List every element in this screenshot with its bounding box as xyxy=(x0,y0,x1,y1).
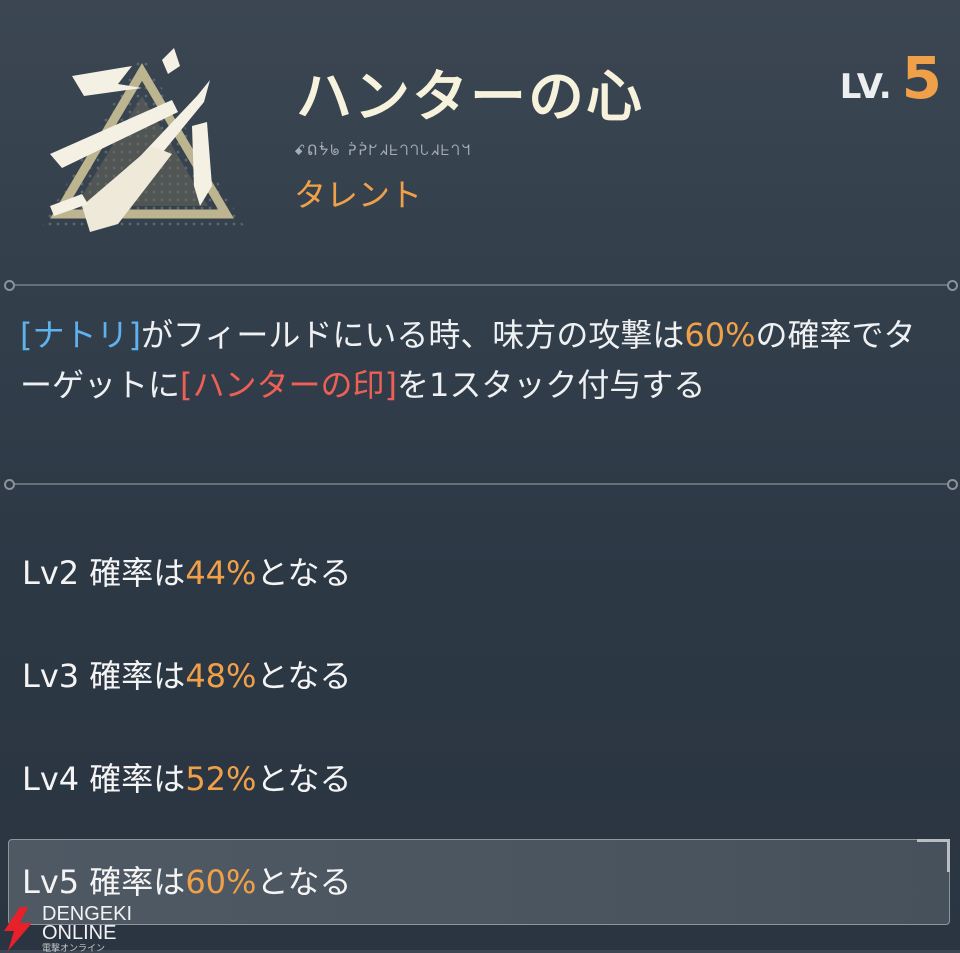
level-row: Lv3 確率は48%となる xyxy=(22,651,351,697)
section-divider-bottom xyxy=(4,479,958,490)
skill-description: [ナトリ]がフィールドにいる時、味方の攻撃は60%の確率でターゲットに[ハンター… xyxy=(20,310,945,410)
level-row-prefix: Lv5 確率は xyxy=(22,863,186,901)
level-row-value: 48% xyxy=(185,657,257,695)
level-row-prefix: Lv2 確率は xyxy=(22,554,186,592)
section-divider-top xyxy=(4,280,958,291)
watermark-line3: 電撃オンライン xyxy=(42,943,106,953)
skill-title: ハンターの心 xyxy=(296,65,644,130)
description-text-3: を1スタック付与する xyxy=(397,366,706,404)
description-rate: 60% xyxy=(684,316,756,354)
level-label: LV. xyxy=(839,67,892,107)
level-row: Lv2 確率は44%となる xyxy=(22,548,351,594)
level-row-suffix: となる xyxy=(256,657,352,695)
level-row-suffix: となる xyxy=(256,863,352,901)
site-watermark: DENGEKI ONLINE 電撃オンライン xyxy=(0,904,132,953)
character-link[interactable]: [ナトリ] xyxy=(20,316,141,354)
skill-category: タレント xyxy=(294,176,423,214)
level-row-value: 60% xyxy=(185,863,257,901)
level-row-value: 52% xyxy=(185,760,257,798)
level-row-suffix: となる xyxy=(256,760,352,798)
status-effect-link[interactable]: [ハンターの印] xyxy=(180,366,397,404)
level-row-prefix: Lv3 確率は xyxy=(22,657,186,695)
hunter-talent-icon xyxy=(22,36,262,256)
level-row-suffix: となる xyxy=(256,554,352,592)
level-row-value: 44% xyxy=(185,554,257,592)
level-indicator: LV. 5 xyxy=(840,44,942,112)
watermark-line2: ONLINE xyxy=(42,922,117,944)
level-value: 5 xyxy=(901,44,942,112)
description-text-1: がフィールドにいる時、味方の攻撃は xyxy=(140,316,685,354)
lightning-logo-icon xyxy=(4,907,32,951)
decorative-glyph-text: ꗃᕠᖭᖚ ᕉᕉᖸᖽᖶᘃᘃᘂᖽᖶᘃᖻ xyxy=(294,143,472,159)
level-row: Lv4 確率は52%となる xyxy=(22,754,351,800)
level-row-prefix: Lv4 確率は xyxy=(22,760,186,798)
level-row-active: Lv5 確率は60%となる xyxy=(22,857,351,903)
